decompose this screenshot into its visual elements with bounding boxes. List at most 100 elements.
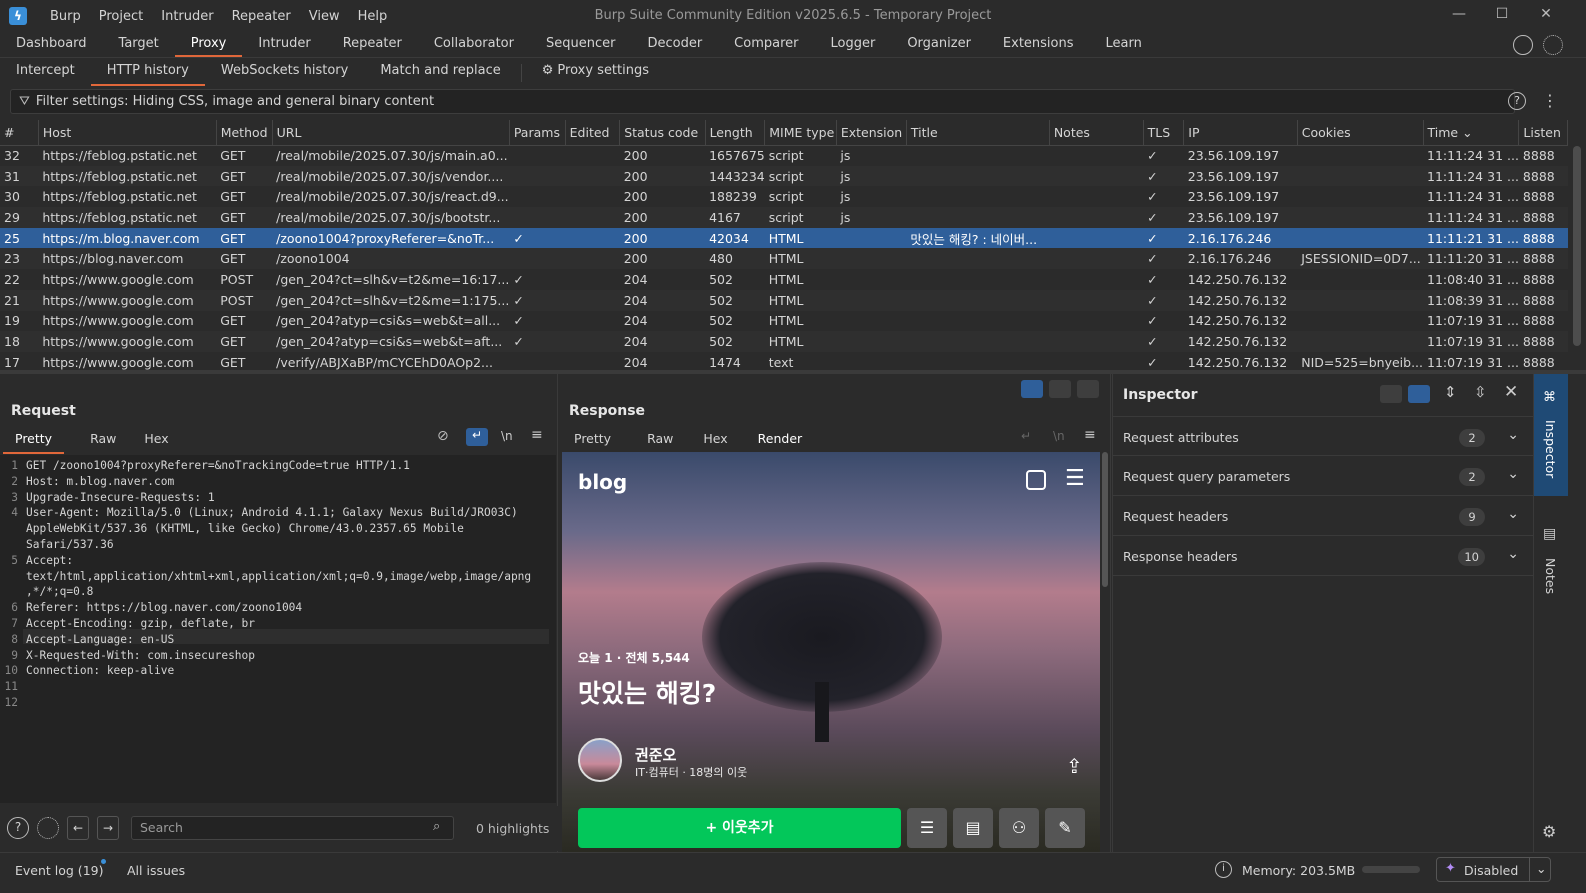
response-tab-hex[interactable]: Hex (691, 431, 739, 454)
tab-logger[interactable]: Logger (815, 32, 892, 57)
tab-websockets-history[interactable]: WebSockets history (205, 59, 364, 86)
table-row[interactable]: 29 https://feblog.pstatic.net GET/real/mob… (0, 207, 1568, 228)
tab-repeater[interactable]: Repeater (327, 32, 418, 57)
help-icon[interactable]: ? (1508, 92, 1526, 110)
tab-organizer[interactable]: Organizer (891, 32, 987, 57)
newline-toggle-icon[interactable]: \n (1053, 429, 1065, 443)
request-tab-hex[interactable]: Hex (132, 431, 180, 454)
tab-proxy[interactable]: Proxy (174, 32, 243, 57)
menu-view[interactable]: View (300, 9, 349, 24)
settings-gear-icon[interactable] (1543, 35, 1563, 55)
more-options-icon[interactable]: ⋮ (1542, 91, 1558, 110)
tab-extensions[interactable]: Extensions (987, 32, 1090, 57)
proxy-settings-button[interactable]: ⚙ Proxy settings (526, 59, 665, 86)
inspector-row-query-parameters[interactable]: Request query parameters 2 ⌄ (1113, 456, 1533, 496)
tab-http-history[interactable]: HTTP history (90, 59, 205, 86)
column-header[interactable]: Params (509, 120, 566, 146)
tab-intercept[interactable]: Intercept (0, 59, 91, 86)
column-header[interactable]: Extension (836, 120, 907, 146)
column-header[interactable]: Method (216, 120, 273, 146)
menu-intruder[interactable]: Intruder (152, 9, 222, 24)
column-header[interactable]: IP (1183, 120, 1298, 146)
wrap-lines-icon[interactable]: ↵ (1021, 429, 1031, 443)
search-input[interactable]: Search (131, 816, 454, 840)
column-header[interactable]: Edited (565, 120, 621, 146)
table-row[interactable]: 31 https://feblog.pstatic.net GET/real/mob… (0, 165, 1568, 187)
globe-icon[interactable] (1513, 35, 1533, 55)
maximize-icon[interactable]: ☐ (1492, 6, 1512, 26)
column-header[interactable]: Listen (1518, 120, 1568, 146)
search-icon[interactable]: ⌕ (433, 819, 440, 834)
menu-icon[interactable]: ≡ (1084, 427, 1096, 443)
layout-tabs-icon[interactable] (1077, 380, 1099, 398)
table-row[interactable]: 30 https://feblog.pstatic.net GET/real/mob… (0, 186, 1568, 207)
request-editor[interactable]: 1 GET /zoono1004?proxyReferer=&noTracking… (0, 455, 556, 803)
all-issues-link[interactable]: All issues (127, 863, 185, 878)
tab-collaborator[interactable]: Collaborator (418, 32, 530, 57)
column-header[interactable]: MIME type (764, 120, 837, 146)
menu-burp[interactable]: Burp (41, 9, 90, 24)
inspector-row-request-headers[interactable]: Request headers 9 ⌄ (1113, 496, 1533, 536)
table-row[interactable]: 19 https://www.google.com GET/gen_204?atyp… (0, 311, 1568, 332)
minimize-icon[interactable]: — (1449, 6, 1469, 26)
next-arrow-icon[interactable]: → (97, 816, 119, 840)
table-row[interactable]: 25 https://m.blog.naver.com GET/zoono1004?… (0, 227, 1568, 249)
column-header[interactable]: Cookies (1297, 120, 1424, 146)
column-header[interactable]: Title (906, 120, 1050, 146)
request-tab-pretty[interactable]: Pretty (3, 431, 65, 454)
column-header[interactable]: # (0, 120, 39, 146)
column-header[interactable]: Length (705, 120, 766, 146)
tab-intruder[interactable]: Intruder (242, 32, 326, 57)
ai-toggle-dropdown[interactable]: ✦ Disabled ⌄ (1436, 857, 1551, 882)
sidebar-tab-inspector[interactable]: ⌘ Inspector (1534, 374, 1568, 496)
close-icon[interactable]: ✕ (1504, 382, 1518, 402)
settings-gear-icon[interactable] (37, 817, 59, 839)
sidebar-tab-notes[interactable]: ▤ Notes (1534, 520, 1568, 628)
filter-bar[interactable]: ⛛ Filter settings: Hiding CSS, image and… (10, 89, 1515, 114)
column-header[interactable]: TLS (1143, 120, 1185, 146)
event-log-link[interactable]: Event log (19) (15, 863, 103, 878)
menu-help[interactable]: Help (349, 9, 397, 24)
menu-repeater[interactable]: Repeater (223, 9, 300, 24)
tab-match-and-replace[interactable]: Match and replace (364, 59, 516, 86)
table-row[interactable]: 23 https://blog.naver.com GET/zoono1004 200… (0, 248, 1568, 270)
inspector-row-request-attributes[interactable]: Request attributes 2 ⌄ (1113, 416, 1533, 456)
wrap-lines-icon[interactable]: ↵ (466, 428, 488, 446)
inspector-row-response-headers[interactable]: Response headers 10 ⌄ (1113, 536, 1533, 576)
layout-split-vertical-icon[interactable] (1021, 380, 1043, 398)
menu-icon[interactable]: ≡ (531, 427, 543, 443)
column-header[interactable]: Notes (1049, 120, 1144, 146)
table-row[interactable]: 17 https://www.google.com GET/verify/ABJXa… (0, 352, 1568, 370)
help-icon[interactable]: ? (7, 817, 29, 839)
tab-dashboard[interactable]: Dashboard (0, 32, 103, 57)
collapse-all-icon[interactable]: ⇳ (1474, 383, 1487, 401)
tab-comparer[interactable]: Comparer (718, 32, 814, 57)
layout-split-horizontal-icon[interactable] (1049, 380, 1071, 398)
expand-all-icon[interactable]: ⇕ (1444, 383, 1457, 401)
response-tab-raw[interactable]: Raw (635, 431, 685, 454)
response-tab-pretty[interactable]: Pretty (562, 431, 623, 454)
tab-learn[interactable]: Learn (1090, 32, 1158, 57)
request-tab-raw[interactable]: Raw (78, 431, 128, 454)
table-row[interactable]: 18 https://www.google.com GET/gen_204?atyp… (0, 331, 1568, 352)
settings-gear-icon[interactable]: ⚙ (1542, 822, 1556, 841)
column-header[interactable]: URL (272, 120, 510, 146)
table-row[interactable]: 21 https://www.google.com POST/gen_204?ct=… (0, 289, 1568, 311)
previous-arrow-icon[interactable]: ← (67, 816, 89, 840)
layout-left-icon[interactable] (1380, 385, 1402, 403)
scroll-thumb[interactable] (1573, 146, 1581, 346)
menu-project[interactable]: Project (90, 9, 152, 24)
tab-decoder[interactable]: Decoder (631, 32, 718, 57)
table-scrollbar[interactable] (1568, 120, 1586, 370)
column-header[interactable]: Time ⌄ (1423, 120, 1520, 146)
close-window-icon[interactable]: ✕ (1536, 6, 1556, 26)
column-header[interactable]: Status code (619, 120, 706, 146)
response-tab-render[interactable]: Render (745, 431, 815, 454)
newline-toggle-icon[interactable]: \n (501, 429, 513, 443)
column-header[interactable]: Host (38, 120, 217, 146)
table-row[interactable]: 22 https://www.google.com POST/gen_204?ct=… (0, 269, 1568, 290)
table-row[interactable]: 32 https://feblog.pstatic.net GET/real/mob… (0, 145, 1568, 166)
hide-icon[interactable]: ⊘ (437, 428, 449, 444)
layout-right-icon[interactable] (1408, 385, 1430, 403)
tab-sequencer[interactable]: Sequencer (530, 32, 631, 57)
